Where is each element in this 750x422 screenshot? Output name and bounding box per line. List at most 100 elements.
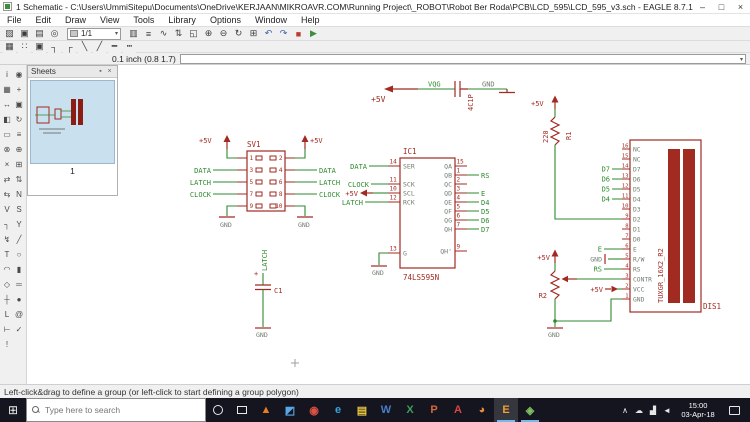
pinswap-tool[interactable]: ⇄ [1,172,13,187]
board-switch-icon[interactable]: ▥ [127,27,140,40]
taskbar-search[interactable] [26,398,206,422]
start-button[interactable]: ⊞ [0,398,26,422]
bend-diag-up-icon[interactable]: ╱ [93,40,106,53]
miter-tool[interactable]: ┐ [1,217,13,232]
wire-tool[interactable]: ╱ [13,232,25,247]
network-icon[interactable]: ▟ [646,406,660,415]
change-tool[interactable]: ≡ [13,127,25,142]
component-r2[interactable]: +5V R2 GND [537,249,622,340]
acrobat-icon[interactable]: A [446,398,470,422]
zoom-fit-icon[interactable]: ◱ [187,27,200,40]
rect-tool[interactable]: ▮ [13,262,25,277]
width-icon[interactable]: ━ [108,40,121,53]
net-tool[interactable]: ┼ [1,292,13,307]
sheet-number[interactable]: 1 [28,166,117,176]
zoom-redraw-icon[interactable]: ↻ [232,27,245,40]
component-ic1[interactable]: IC1 14 SER 11 SCK 10 SCL 12 RCK 13 G DAT… [342,147,490,282]
print-icon[interactable]: ▤ [33,27,46,40]
schematic-canvas[interactable]: +5V VQG 4C1P GND SV1 1 3 5 7 9 2 4 6 8 1… [27,65,750,384]
zoom-out-icon[interactable]: ⊖ [217,27,230,40]
eagle-icon[interactable]: E [494,398,518,422]
bend-left-icon[interactable]: ┌ [63,40,76,53]
menu-item[interactable]: Options [203,14,248,26]
bend-right-icon[interactable]: ┐ [48,40,61,53]
search-input[interactable] [45,405,185,415]
menu-item[interactable]: Window [248,14,294,26]
invoke-tool[interactable]: ↯ [1,232,13,247]
pad-icon[interactable]: ▣ [33,40,46,53]
component-dis1[interactable]: 16 NC 15 NC 14 D7 13 D6 12 D5 11 D4 10 D… [555,139,721,322]
bus-tool[interactable]: ═ [13,277,25,292]
menu-item[interactable]: View [93,14,126,26]
rotate-tool[interactable]: ↻ [13,112,25,127]
eagle-control-panel-icon[interactable]: ◈ [518,398,542,422]
redo-icon[interactable]: ↷ [277,27,290,40]
info-tool[interactable]: i [1,67,13,82]
undo-icon[interactable]: ↶ [262,27,275,40]
stop-icon[interactable]: ■ [292,27,305,40]
zoom-select-icon[interactable]: ⊞ [247,27,260,40]
name-tool[interactable]: N [13,187,25,202]
show-tool[interactable]: ◉ [13,67,25,82]
cloud-icon[interactable]: ☁ [632,406,646,415]
sheet-thumbnail[interactable] [30,80,115,164]
close-button[interactable]: × [731,0,750,13]
taskbar-clock[interactable]: 15:00 03-Apr-18 [674,401,722,419]
line-style-icon[interactable]: ┅ [123,40,136,53]
menu-item[interactable]: Help [294,14,327,26]
circle-tool[interactable]: ○ [13,247,25,262]
gateswap-tool[interactable]: ⇅ [13,172,25,187]
chevron-up-icon[interactable]: ∧ [618,406,632,415]
erc-tool[interactable]: ✓ [13,322,25,337]
display-tool[interactable]: ▦ [1,82,13,97]
minimize-button[interactable]: – [693,0,712,13]
powerpoint-icon[interactable]: P [422,398,446,422]
group-tool[interactable]: ▭ [1,127,13,142]
chrome-icon[interactable]: ◉ [302,398,326,422]
delete-tool[interactable]: × [1,157,13,172]
dot-grid-icon[interactable]: ∷ [18,40,31,53]
add-tool[interactable]: ⊞ [13,157,25,172]
move-tool[interactable]: ↔ [1,97,13,112]
go-icon[interactable]: ▶ [307,27,320,40]
grid-icon[interactable]: ▦ [3,40,16,53]
component-c1p[interactable]: +5V VQG 4C1P GND [371,81,515,112]
task-view-button[interactable] [230,398,254,422]
junction-tool[interactable]: ● [13,292,25,307]
menu-item[interactable]: File [0,14,29,26]
layer-dropdown[interactable]: 1/1 ▾ [67,27,121,40]
split-tool[interactable]: Y [13,217,25,232]
mark-tool[interactable]: + [13,82,25,97]
menu-item[interactable]: Tools [126,14,161,26]
polygon-tool[interactable]: ◇ [1,277,13,292]
copy-tool[interactable]: ▣ [13,97,25,112]
zoom-in-icon[interactable]: ⊕ [202,27,215,40]
pin-icon[interactable]: ▪ [96,68,105,75]
mirror-tool[interactable]: ◧ [1,112,13,127]
menu-item[interactable]: Library [161,14,203,26]
run-script-icon[interactable]: ∿ [157,27,170,40]
component-c1[interactable]: LATCH + C1 GND [254,250,282,339]
firefox-icon[interactable]: ◕ [470,398,494,422]
cortana-button[interactable] [206,398,230,422]
save-icon[interactable]: ▣ [18,27,31,40]
photos-icon[interactable]: ◩ [278,398,302,422]
close-icon[interactable]: × [105,68,114,75]
value-tool[interactable]: V [1,202,13,217]
edge-icon[interactable]: e [326,398,350,422]
menu-item[interactable]: Draw [58,14,93,26]
file-explorer-icon[interactable]: ▤ [350,398,374,422]
paste-tool[interactable]: ⊕ [13,142,25,157]
open-icon[interactable]: ▨ [3,27,16,40]
dimension-tool[interactable]: ⊢ [1,322,13,337]
arc-tool[interactable]: ◠ [1,262,13,277]
bend-diag-down-icon[interactable]: ╲ [78,40,91,53]
replace-tool[interactable]: ⇆ [1,187,13,202]
command-input[interactable] [181,55,740,63]
attribute-tool[interactable]: @ [13,307,25,322]
maximize-button[interactable]: □ [712,0,731,13]
errors-tool[interactable]: ! [1,337,13,352]
action-center-button[interactable] [722,405,746,415]
smash-tool[interactable]: S [13,202,25,217]
word-icon[interactable]: W [374,398,398,422]
